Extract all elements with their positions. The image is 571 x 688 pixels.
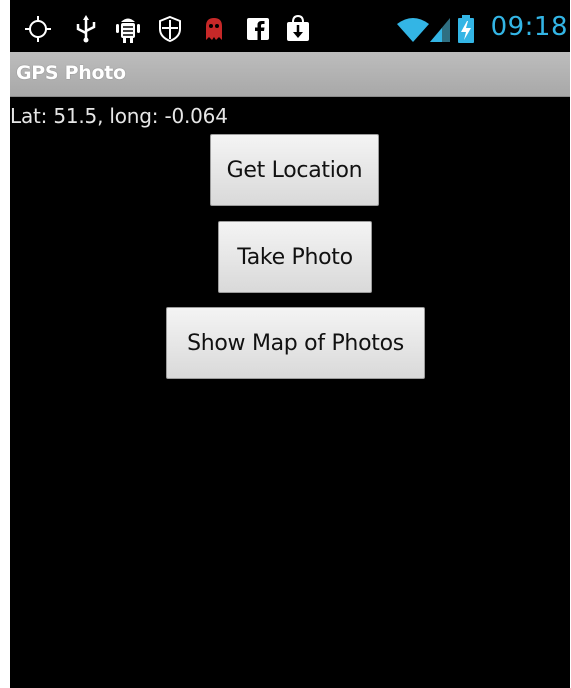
ghost-icon — [200, 14, 228, 44]
wifi-icon — [396, 14, 430, 44]
gps-icon — [24, 14, 52, 44]
get-location-button[interactable]: Get Location — [210, 134, 379, 206]
phone-screen: 09:18 GPS Photo Lat: 51.5, long: -0.064 … — [10, 0, 570, 688]
battery-charging-icon — [456, 14, 476, 44]
location-readout: Lat: 51.5, long: -0.064 — [10, 104, 228, 128]
app-title: GPS Photo — [16, 62, 126, 84]
android-debug-icon — [114, 14, 142, 44]
take-photo-button[interactable]: Take Photo — [218, 221, 372, 293]
usb-icon — [72, 14, 100, 44]
signal-icon — [428, 14, 454, 44]
facebook-icon — [244, 14, 272, 44]
shield-icon — [156, 14, 184, 44]
show-map-button[interactable]: Show Map of Photos — [166, 307, 425, 379]
status-time: 09:18 — [490, 12, 568, 42]
download-icon — [284, 14, 312, 44]
action-bar: GPS Photo — [10, 52, 570, 97]
status-bar: 09:18 — [10, 0, 570, 60]
